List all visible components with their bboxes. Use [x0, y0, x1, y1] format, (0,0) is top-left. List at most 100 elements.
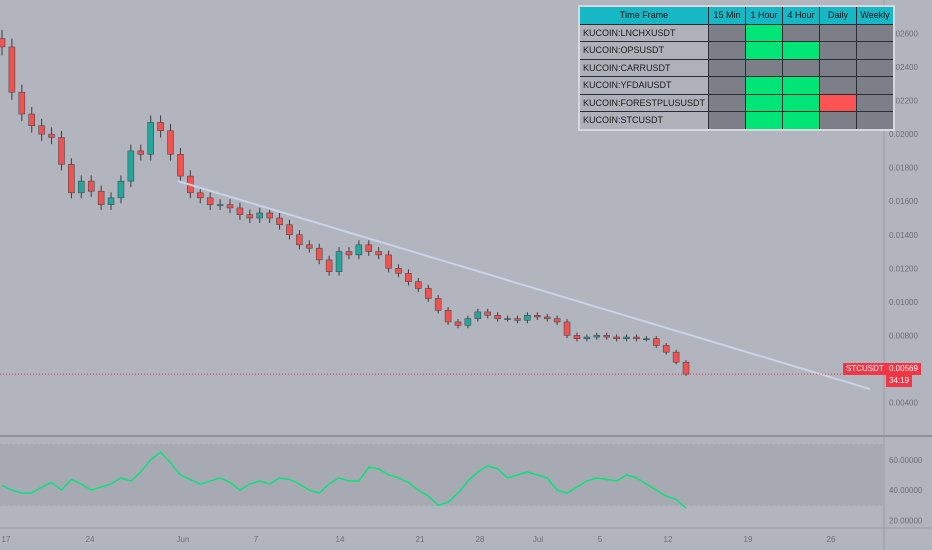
candle-body	[365, 244, 373, 252]
screener-cell	[819, 58, 858, 77]
screener-cell	[856, 58, 895, 77]
screener-symbol[interactable]: KUCOIN:LNCHXUSDT	[578, 23, 710, 42]
header-1hour: 1 Hour	[745, 5, 784, 25]
screener-symbol[interactable]: KUCOIN:CARRUSDT	[578, 58, 710, 77]
screener-cell	[745, 41, 784, 60]
candle-body	[345, 251, 353, 256]
candle-body	[395, 268, 402, 274]
candle-body	[633, 336, 640, 339]
header-time-frame: Time Frame	[578, 5, 710, 25]
candle-body	[18, 91, 26, 115]
price-tick-label: 0.00800	[889, 331, 918, 340]
candle-body	[682, 361, 690, 375]
screener-cell	[745, 93, 784, 112]
screener-cell	[708, 111, 747, 130]
candle-body	[603, 335, 610, 338]
candle-body	[425, 288, 432, 299]
candle-body	[78, 180, 85, 194]
screener-cell	[708, 76, 747, 95]
screener-row: KUCOIN:YFDAIUSDT	[578, 76, 895, 95]
time-tick-label: 19	[744, 535, 753, 544]
candle-body	[553, 318, 561, 323]
screener-row: KUCOIN:FORESTPLUSUSDT	[578, 93, 895, 112]
screener-cell	[782, 93, 821, 112]
rsi-band	[0, 444, 884, 506]
candle-body	[48, 133, 55, 138]
candle-body	[662, 345, 670, 353]
candle-body	[335, 251, 343, 272]
screener-cell	[856, 76, 895, 95]
screener-cell	[782, 76, 821, 95]
price-tick-label: 0.01000	[889, 298, 918, 307]
candle-body	[157, 122, 164, 132]
price-tick-label: 0.01400	[889, 231, 918, 240]
screener-cell	[819, 76, 858, 95]
time-tick-label: 7	[254, 535, 259, 544]
candle-body	[276, 217, 283, 225]
screener-symbol[interactable]: KUCOIN:YFDAIUSDT	[578, 76, 710, 95]
screener-cell	[856, 23, 895, 42]
screener-cell	[819, 93, 858, 112]
candle-body	[315, 247, 323, 261]
candle-body	[563, 321, 571, 336]
price-tick-label: 0.01200	[889, 264, 918, 273]
header-4hour: 4 Hour	[782, 5, 821, 25]
candle-body	[28, 113, 35, 127]
candle-body	[216, 204, 224, 206]
candle-body	[97, 190, 105, 205]
rsi-tick-label: 20.00000	[889, 516, 923, 525]
trendline	[177, 180, 871, 391]
time-tick-label: 28	[476, 535, 485, 544]
candle-body	[38, 125, 45, 135]
screener-cell	[708, 58, 747, 77]
screener-cell	[745, 76, 784, 95]
candle-body	[58, 137, 65, 165]
screener-cell	[856, 41, 895, 60]
screener-cell	[819, 41, 858, 60]
candle-body	[236, 207, 244, 215]
rsi-pane	[0, 444, 884, 509]
candle-body	[385, 254, 392, 269]
screener-symbol[interactable]: KUCOIN:OPSUSDT	[578, 41, 710, 60]
screener-cell	[856, 111, 895, 130]
candle-body	[355, 244, 363, 256]
screener-cell	[745, 58, 784, 77]
candle-body	[444, 309, 452, 323]
candle-body	[643, 338, 650, 340]
price-tag-countdown: 34:19	[886, 375, 913, 387]
candle-body	[583, 336, 591, 339]
candle-body	[256, 212, 263, 219]
screener-cell	[708, 41, 747, 60]
price-tick-label: 0.02000	[889, 130, 918, 139]
candle-body	[266, 212, 273, 219]
candle-body	[0, 38, 6, 48]
time-tick-label: Jun	[177, 535, 190, 544]
candle-body	[474, 311, 482, 319]
screener-row: KUCOIN:CARRUSDT	[578, 58, 895, 77]
candle-body	[375, 251, 382, 256]
candle-body	[454, 321, 462, 326]
candle-body	[147, 122, 154, 155]
screener-header-row: Time Frame 15 Min 1 Hour 4 Hour Daily We…	[578, 5, 895, 25]
price-tick-label: 0.01800	[889, 164, 918, 173]
header-15min: 15 Min	[708, 5, 747, 25]
candle-body	[494, 315, 501, 319]
candle-body	[484, 311, 491, 316]
screener-cell	[782, 41, 821, 60]
screener-symbol[interactable]: KUCOIN:STCUSDT	[578, 111, 710, 130]
header-weekly: Weekly	[856, 5, 895, 25]
screener-row: KUCOIN:OPSUSDT	[578, 41, 895, 60]
time-axis[interactable]: 17 24 Jun 7 14 21 28 Jul 5 12 19 26	[2, 535, 836, 544]
candle-body	[613, 336, 620, 339]
time-tick-label: Jul	[533, 535, 543, 544]
rsi-tick-label: 60.00000	[889, 456, 923, 465]
candle-body	[504, 318, 511, 320]
price-tag-symbol: STCUSDT	[843, 363, 887, 375]
candle-body	[524, 315, 531, 321]
screener-cell	[745, 111, 784, 130]
screener-cell	[782, 23, 821, 42]
screener-symbol[interactable]: KUCOIN:FORESTPLUSUSDT	[578, 93, 710, 112]
candle-body	[434, 298, 442, 311]
candle-body	[464, 318, 472, 326]
candle-body	[415, 281, 422, 289]
